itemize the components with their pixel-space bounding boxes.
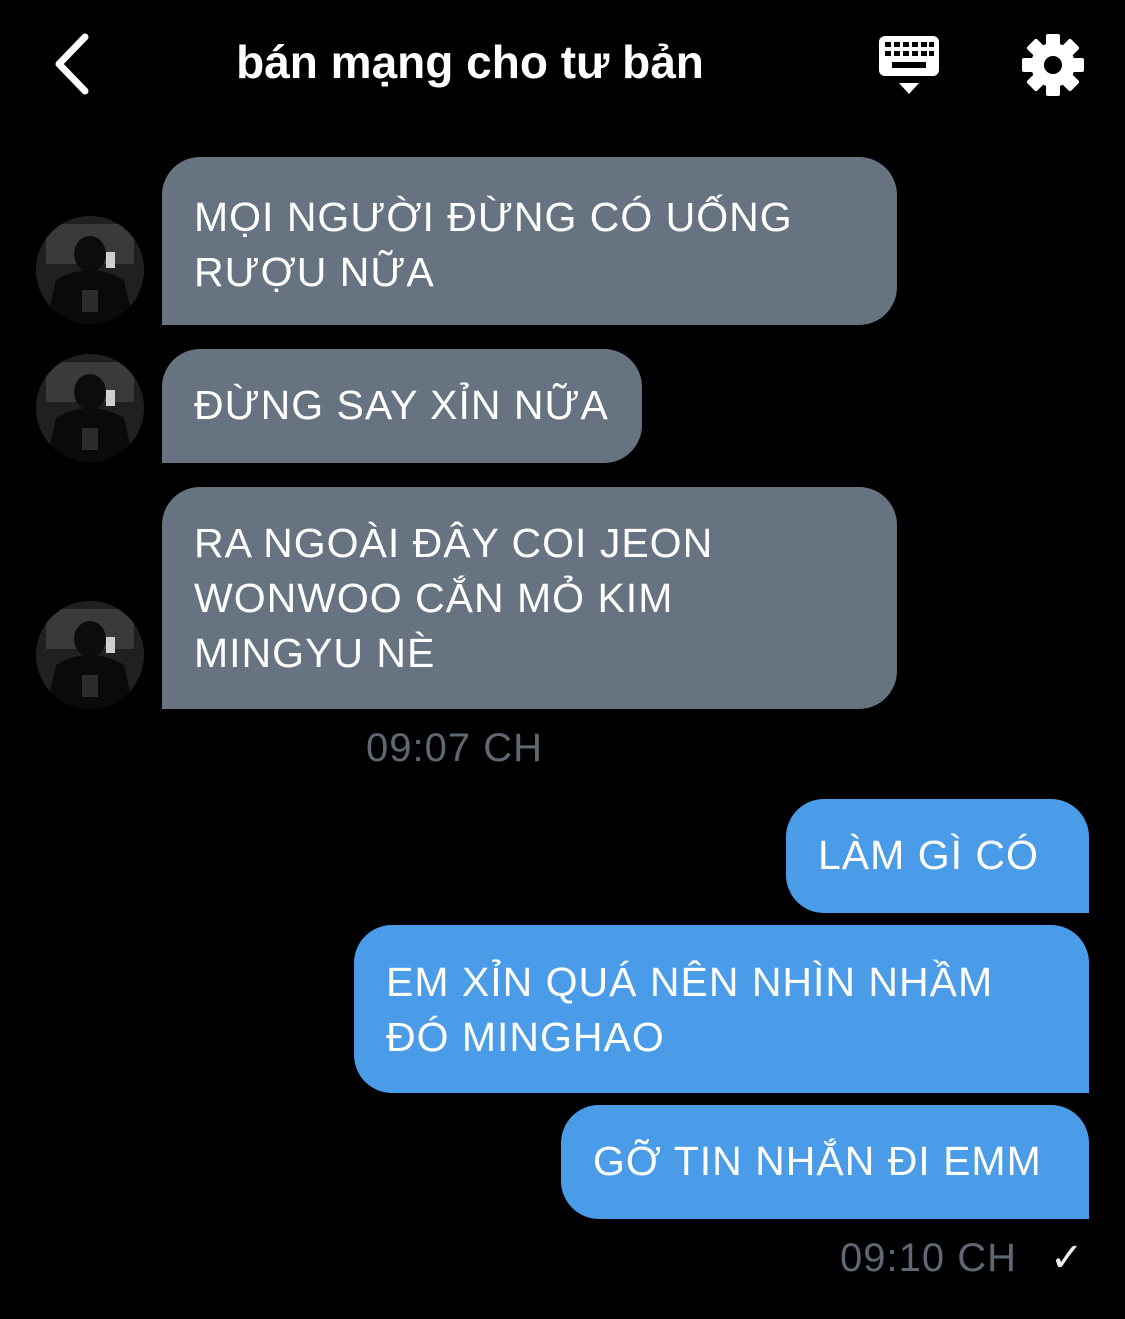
read-checkmark-icon: ✓: [1050, 1236, 1084, 1280]
message-line: WONWOO CẮN MỎ KIM: [194, 575, 674, 621]
keyboard-icon: [879, 36, 939, 94]
incoming-timestamp: 09:07 CH: [366, 726, 543, 770]
message-line: LÀM GÌ CÓ: [818, 832, 1039, 878]
chevron-left-icon: [55, 33, 89, 95]
avatar-photo: [36, 601, 144, 709]
outgoing-message[interactable]: LÀM GÌ CÓ: [786, 799, 1089, 913]
message-line: MINGYU NÈ: [194, 630, 436, 676]
message-line: ĐÓ MINGHAO: [386, 1014, 665, 1060]
gear-icon: [1022, 34, 1084, 96]
incoming-message[interactable]: MỌI NGƯỜI ĐỪNG CÓ UỐNG RƯỢU NỮA: [162, 157, 897, 325]
sender-avatar[interactable]: [36, 216, 144, 324]
sender-avatar[interactable]: [36, 601, 144, 709]
incoming-message[interactable]: ĐỪNG SAY XỈN NỮA: [162, 349, 642, 463]
outgoing-timestamp: 09:10 CH: [840, 1236, 1017, 1280]
message-line: GỠ TIN NHẮN ĐI EMM: [593, 1138, 1042, 1184]
sender-avatar[interactable]: [36, 354, 144, 462]
message-line: ĐỪNG SAY XỈN NỮA: [194, 382, 609, 428]
settings-button[interactable]: [1018, 30, 1088, 100]
keyboard-button[interactable]: [874, 30, 944, 100]
outgoing-message[interactable]: EM XỈN QUÁ NÊN NHÌN NHẦM ĐÓ MINGHAO: [354, 925, 1089, 1093]
message-line: MỌI NGƯỜI ĐỪNG CÓ UỐNG: [194, 194, 793, 240]
back-button[interactable]: [36, 28, 106, 100]
chat-title: bán mạng cho tư bản: [236, 36, 704, 88]
incoming-message[interactable]: RA NGOÀI ĐÂY COI JEON WONWOO CẮN MỎ KIM …: [162, 487, 897, 709]
message-line: RA NGOÀI ĐÂY COI JEON: [194, 520, 714, 566]
message-line: RƯỢU NỮA: [194, 249, 435, 295]
chat-header: bán mạng cho tư bản: [0, 0, 1125, 130]
avatar-photo: [36, 216, 144, 324]
message-line: EM XỈN QUÁ NÊN NHÌN NHẦM: [386, 959, 994, 1005]
outgoing-message[interactable]: GỠ TIN NHẮN ĐI EMM: [561, 1105, 1089, 1219]
avatar-photo: [36, 354, 144, 462]
